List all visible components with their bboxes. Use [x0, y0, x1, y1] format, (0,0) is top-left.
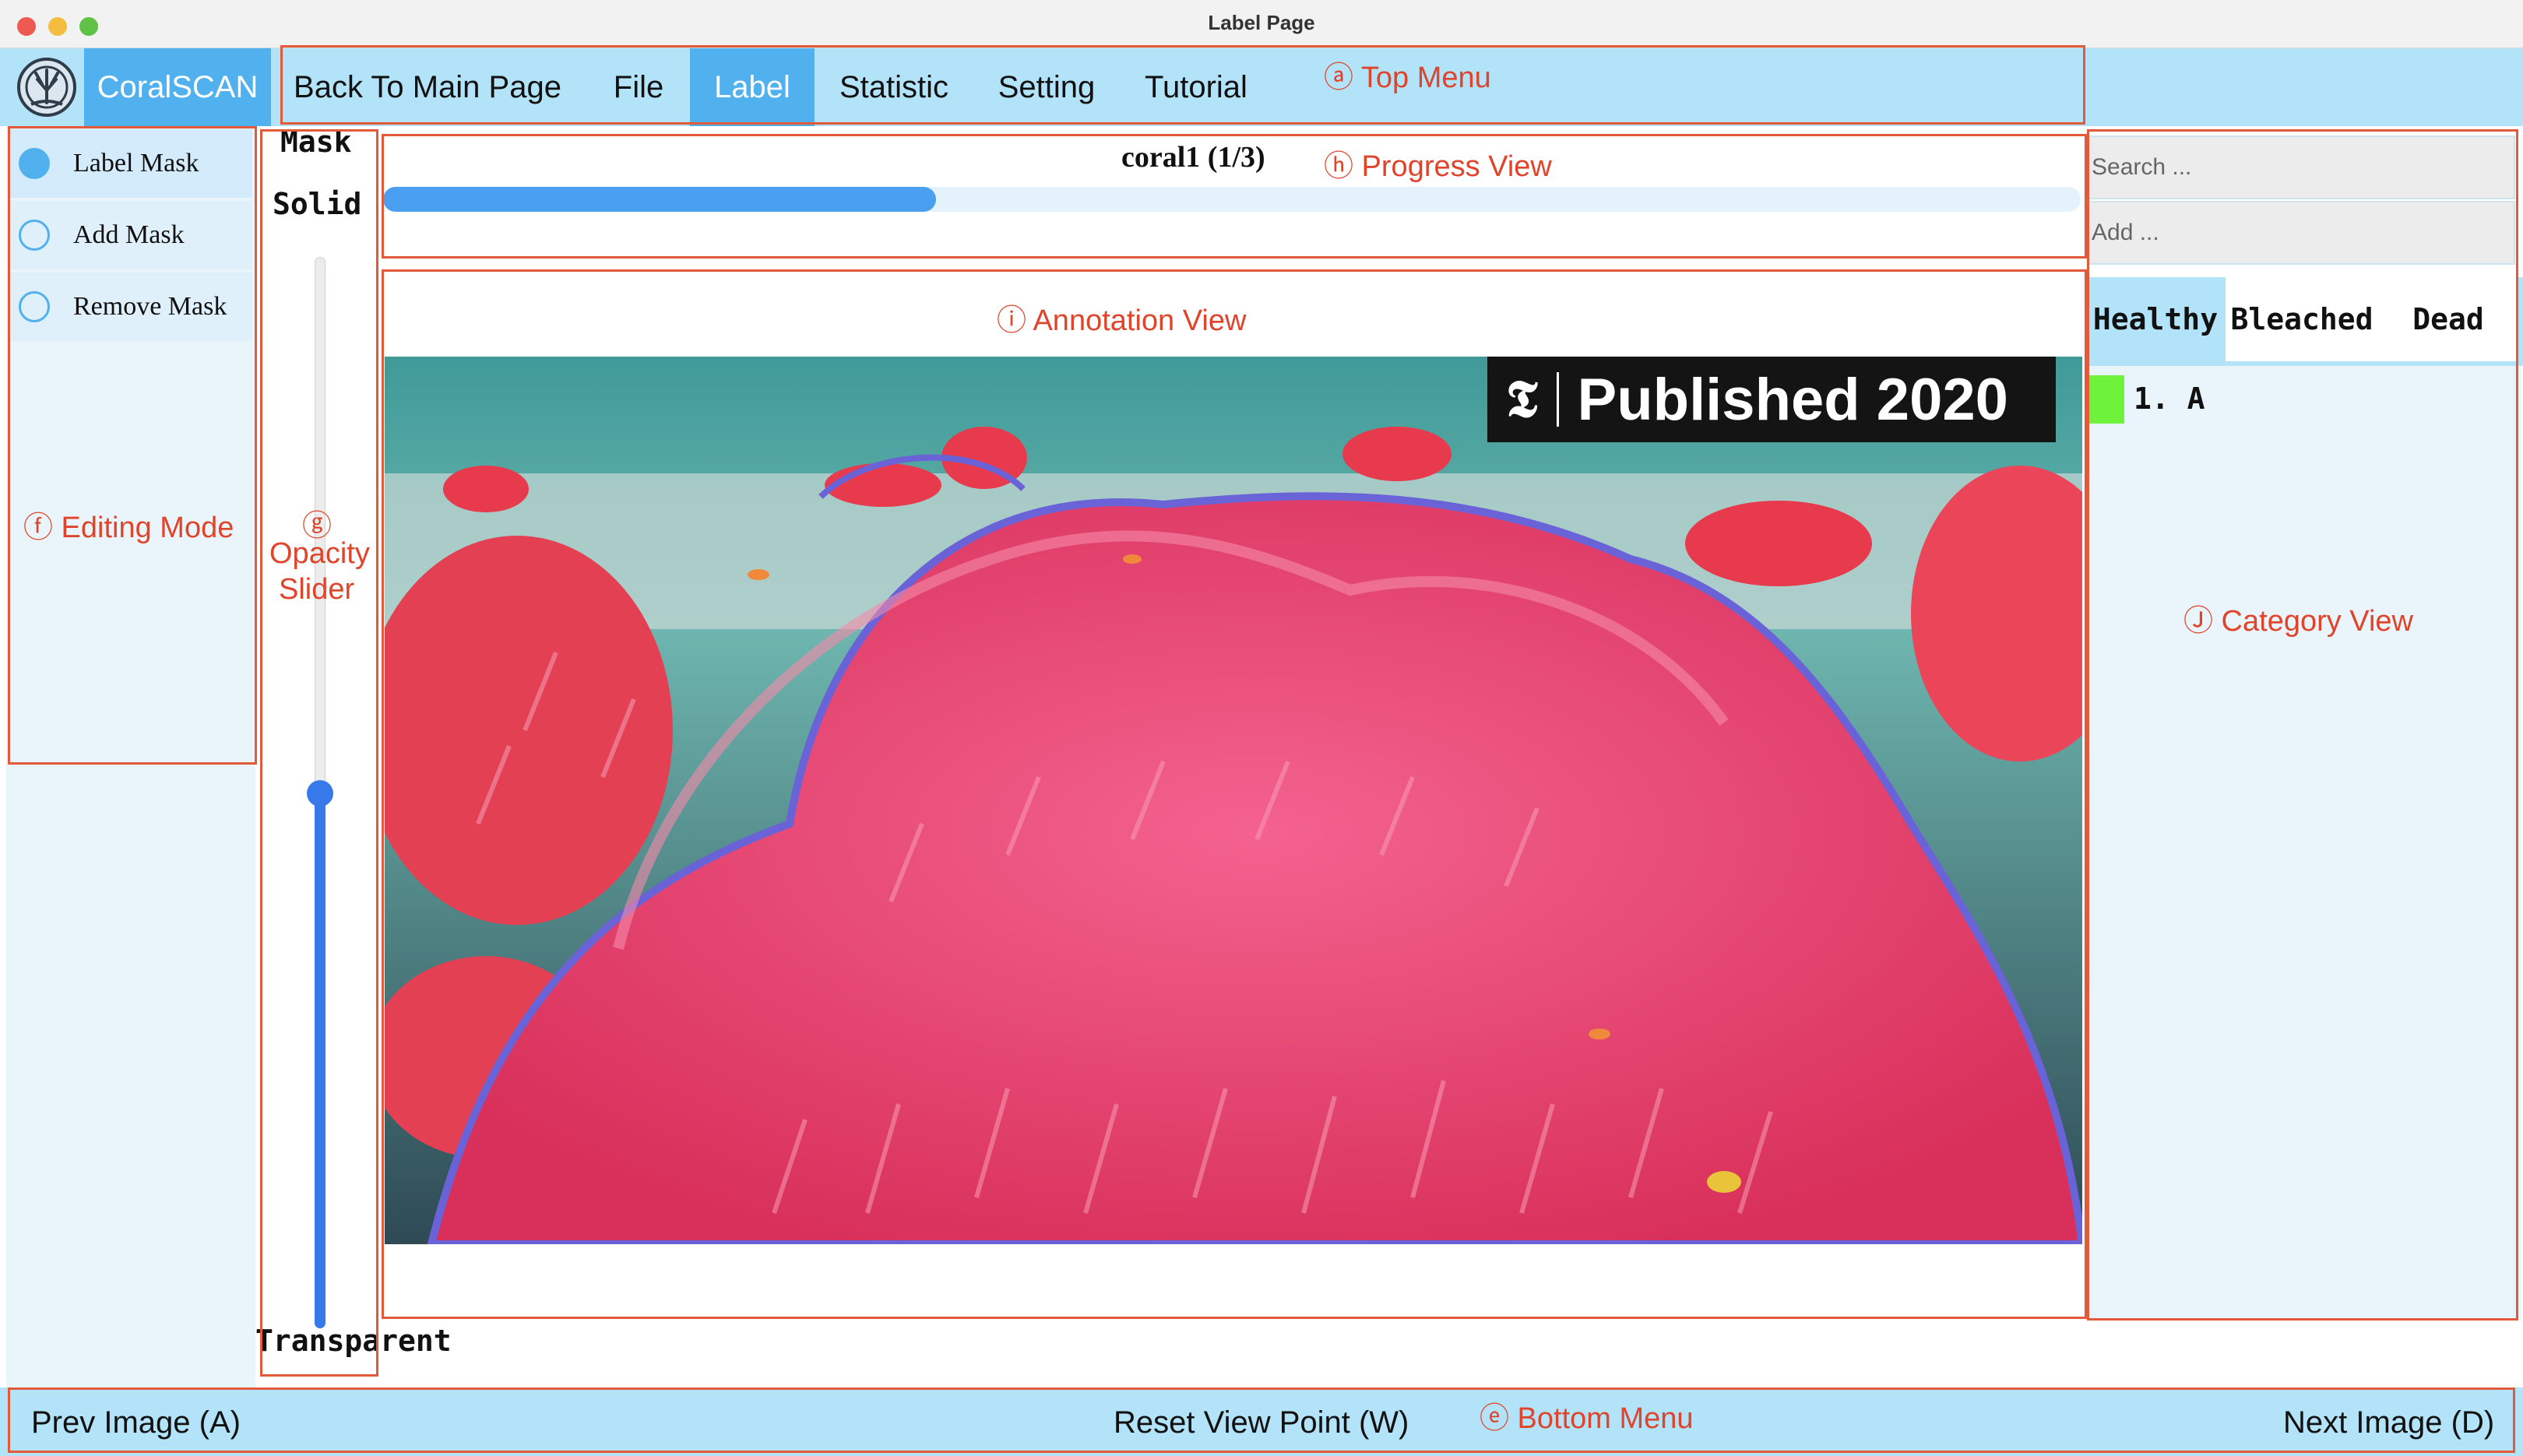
editing-mode-outline	[8, 126, 257, 765]
opacity-slider-outline	[260, 129, 378, 1377]
progress-view-outline	[382, 134, 2087, 258]
top-menu-outline	[280, 45, 2085, 125]
bottom-menu-outline	[8, 1387, 2515, 1453]
annotation-label-g-line1: Opacity	[269, 537, 370, 570]
coralscan-logo-icon	[16, 53, 78, 121]
annotation-label-j: Ⓙ Category View	[2183, 605, 2413, 638]
category-view-outline	[2087, 129, 2518, 1321]
brand-name[interactable]: CoralSCAN	[84, 48, 271, 126]
annotation-label-h: ⓗ Progress View	[1324, 150, 1552, 183]
annotation-label-f: ⓕ Editing Mode	[23, 512, 234, 544]
annotation-label-a: ⓐ Top Menu	[1324, 62, 1491, 94]
annotation-label-i: ⓘ Annotation View	[997, 304, 1247, 337]
window-title: Label Page	[1208, 11, 1315, 34]
annotation-label-e: ⓔ Bottom Menu	[1480, 1402, 1694, 1435]
annotation-view-outline	[382, 269, 2087, 1319]
annotation-label-g-line2: Slider	[279, 573, 355, 606]
